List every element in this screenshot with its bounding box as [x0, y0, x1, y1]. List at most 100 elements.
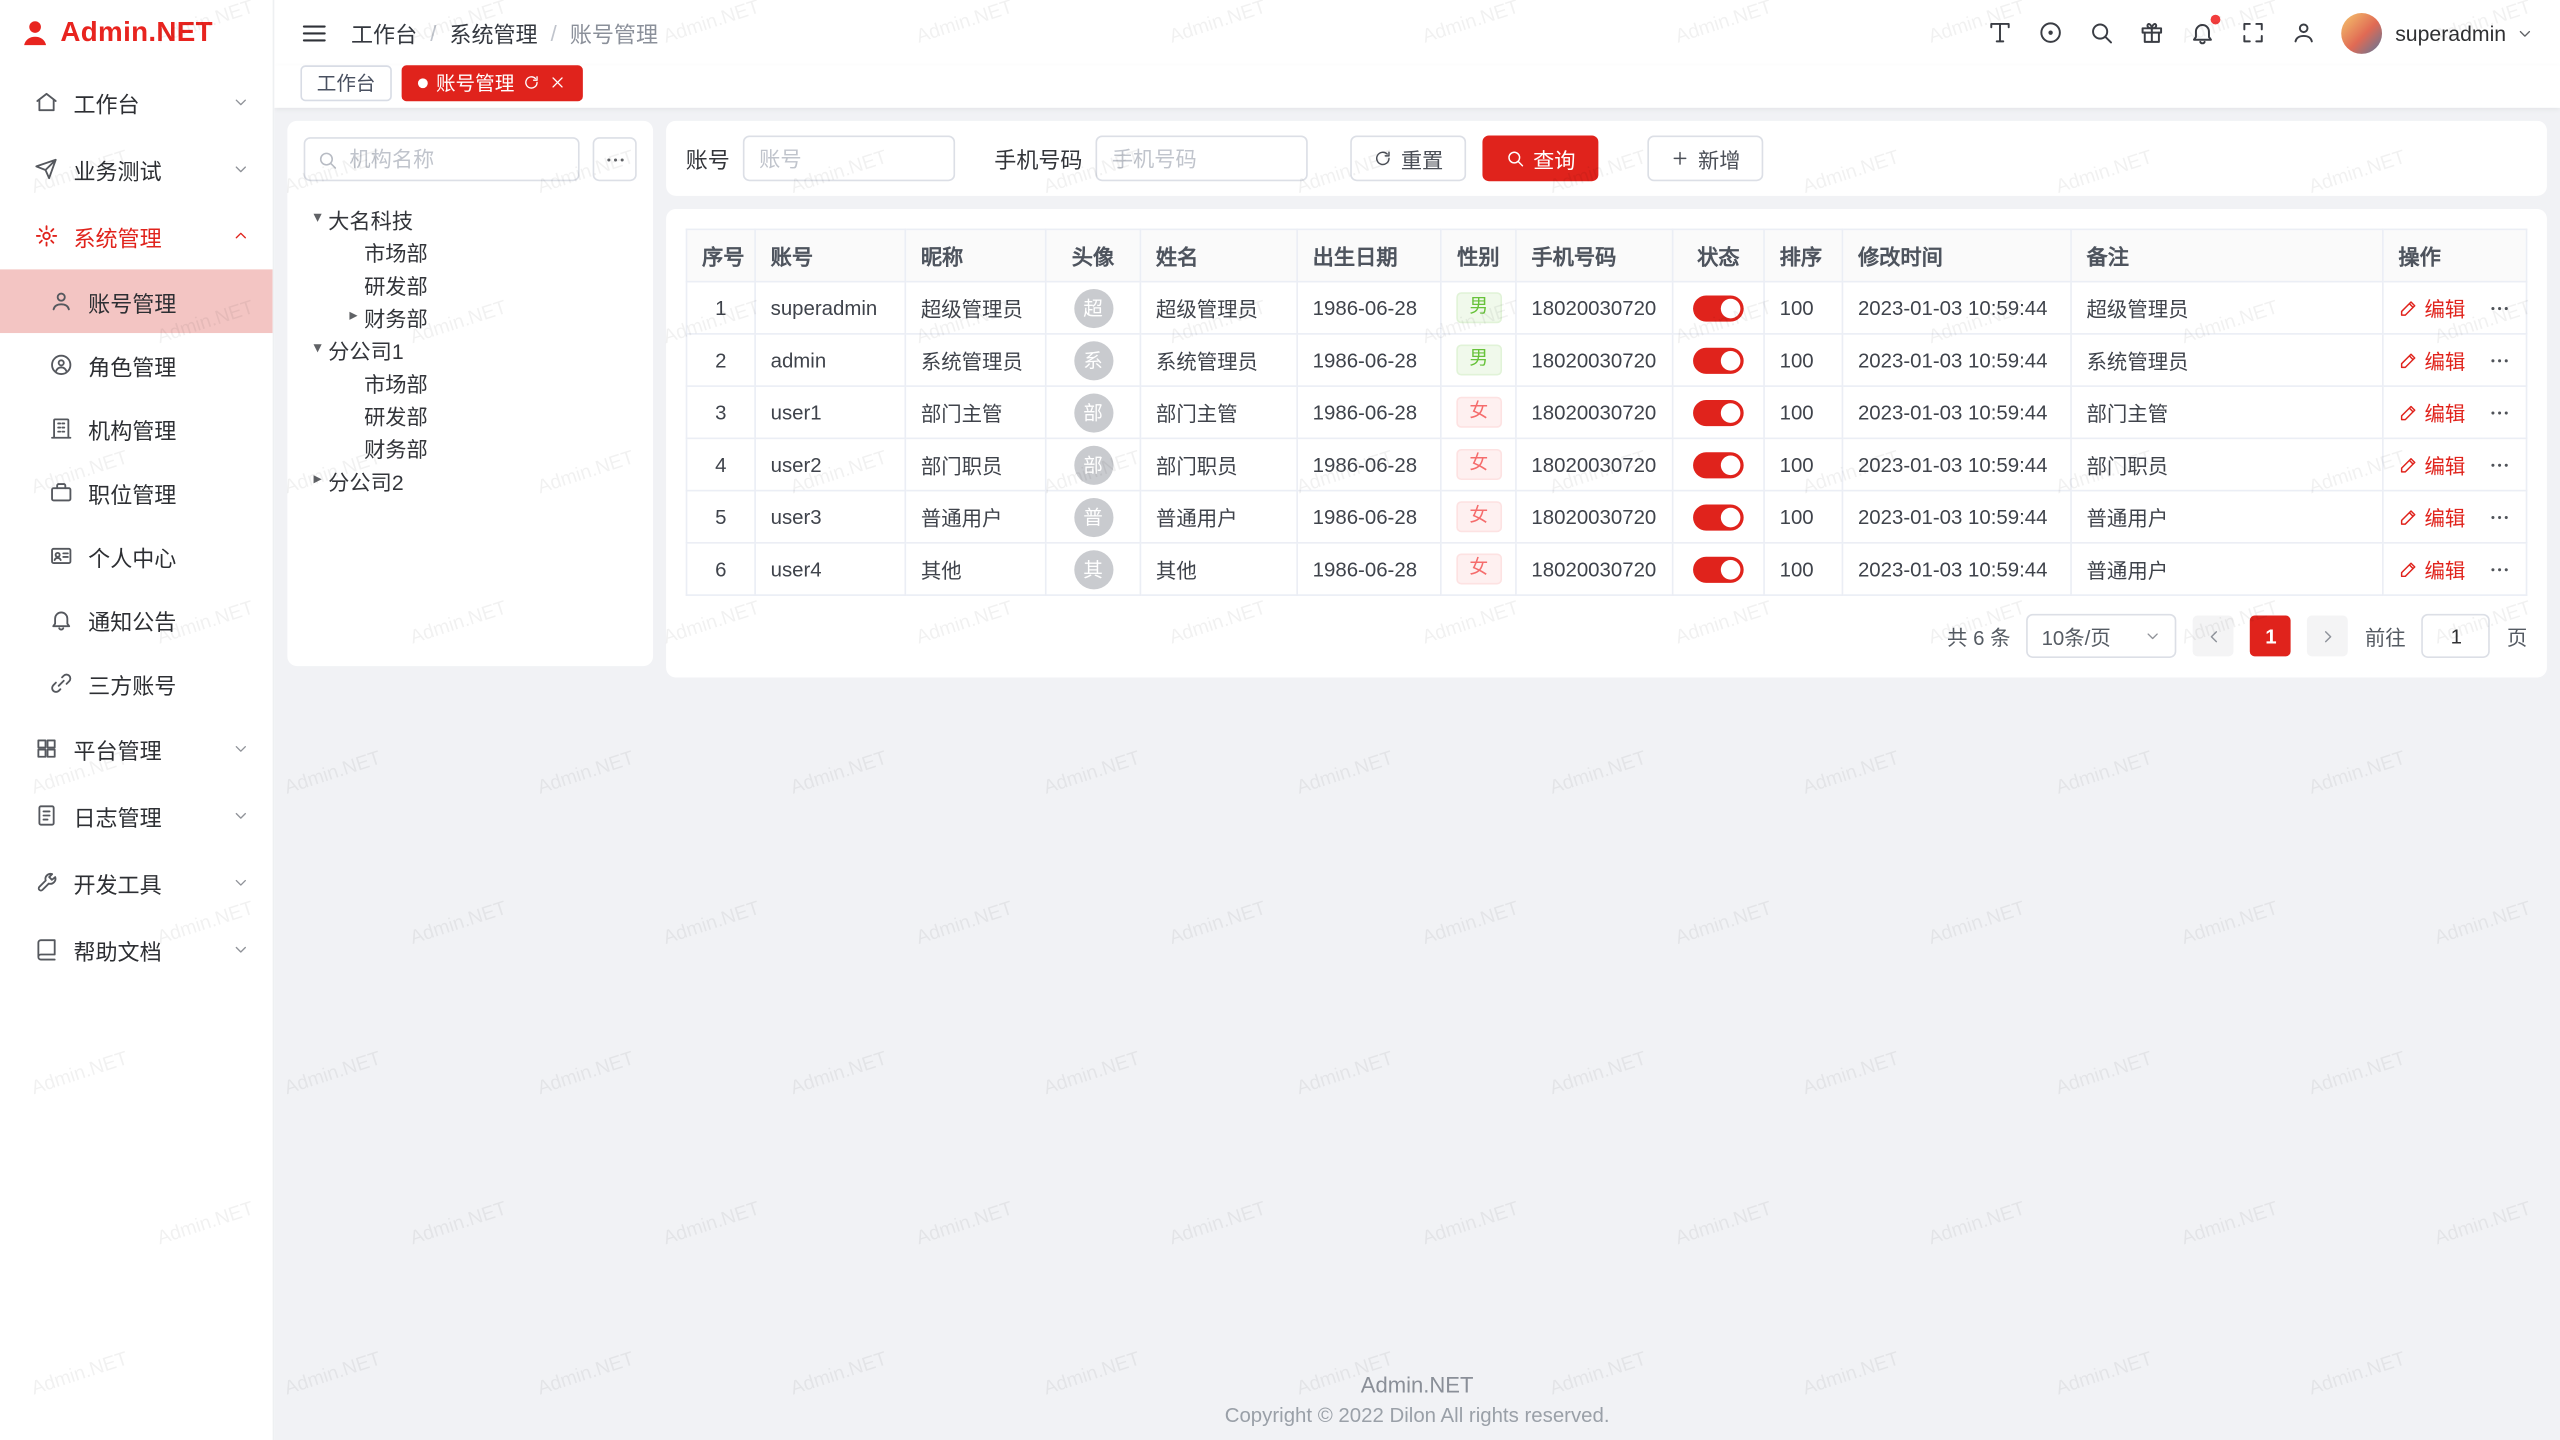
- phone-input[interactable]: [1096, 136, 1308, 182]
- footer-copyright: Copyright © 2022 Dilon All rights reserv…: [274, 1404, 2560, 1427]
- tree-node[interactable]: 市场部: [304, 366, 637, 399]
- theme-icon[interactable]: [2038, 20, 2064, 46]
- tree-node[interactable]: 研发部: [304, 268, 637, 301]
- row-more-button[interactable]: [2488, 505, 2511, 528]
- status-toggle[interactable]: [1693, 556, 1744, 582]
- sidebar-item-workbench[interactable]: 工作台: [0, 69, 273, 136]
- cell-phone: 18020030720: [1516, 282, 1673, 334]
- tree-node[interactable]: ▾大名科技: [304, 202, 637, 235]
- sidebar-subitem-profile-center[interactable]: 个人中心: [0, 524, 273, 588]
- row-more-button[interactable]: [2488, 296, 2511, 319]
- tree-node[interactable]: 市场部: [304, 235, 637, 268]
- gender-badge: 女: [1456, 553, 1501, 584]
- sidebar-item-business-test[interactable]: 业务测试: [0, 136, 273, 203]
- username[interactable]: superadmin: [2395, 20, 2506, 44]
- edit-button[interactable]: 编辑: [2398, 344, 2465, 375]
- cell-gender: 女: [1441, 386, 1516, 438]
- goto-page-input[interactable]: [2422, 614, 2491, 658]
- toggle-knob: [1721, 402, 1741, 422]
- edit-icon: [2398, 507, 2418, 527]
- tab-close-icon[interactable]: [549, 73, 567, 91]
- tree-node[interactable]: ▾分公司1: [304, 333, 637, 366]
- add-button[interactable]: 新增: [1647, 136, 1763, 182]
- cell-name: 其他: [1140, 543, 1297, 595]
- edit-button[interactable]: 编辑: [2398, 397, 2465, 428]
- tree-node[interactable]: ▸分公司2: [304, 464, 637, 497]
- tree-caret-down-icon[interactable]: ▾: [307, 211, 328, 227]
- search-button[interactable]: 查询: [1482, 136, 1598, 182]
- tree-caret-right-icon[interactable]: ▸: [307, 472, 328, 488]
- row-more-button[interactable]: [2488, 453, 2511, 476]
- user-avatar[interactable]: [2341, 12, 2382, 53]
- cell-gender: 女: [1441, 543, 1516, 595]
- status-toggle[interactable]: [1693, 399, 1744, 425]
- tree-node[interactable]: ▸财务部: [304, 300, 637, 333]
- add-label: 新增: [1698, 143, 1740, 174]
- row-more-button[interactable]: [2488, 558, 2511, 581]
- sidebar-item-label: 帮助文档: [73, 933, 161, 966]
- cell-status: [1673, 491, 1764, 543]
- row-more-button[interactable]: [2488, 349, 2511, 372]
- chevron-down-icon[interactable]: [2516, 24, 2534, 42]
- breadcrumb-item[interactable]: 系统管理: [449, 16, 537, 49]
- toggle-knob: [1721, 298, 1741, 318]
- tab-workbench[interactable]: 工作台: [300, 64, 391, 100]
- edit-button[interactable]: 编辑: [2398, 292, 2465, 323]
- status-toggle[interactable]: [1693, 295, 1744, 321]
- sidebar-item-system-management[interactable]: 系统管理: [0, 202, 273, 269]
- cell-order: 100: [1764, 543, 1842, 595]
- tab-account-management[interactable]: 账号管理: [402, 64, 583, 100]
- tree-node[interactable]: 研发部: [304, 398, 637, 431]
- global-search-icon[interactable]: [2088, 20, 2114, 46]
- gift-icon[interactable]: [2139, 20, 2165, 46]
- org-more-button[interactable]: [593, 137, 637, 181]
- cell-name: 系统管理员: [1140, 334, 1297, 386]
- tab-refresh-icon[interactable]: [522, 73, 540, 91]
- edit-button[interactable]: 编辑: [2398, 501, 2465, 532]
- row-more-button[interactable]: [2488, 401, 2511, 424]
- cell-remark: 系统管理员: [2071, 334, 2383, 386]
- reset-button[interactable]: 重置: [1350, 136, 1466, 182]
- cell-birth: 1986-06-28: [1297, 543, 1441, 595]
- edit-label: 编辑: [2424, 397, 2465, 428]
- prev-page-button[interactable]: [2193, 616, 2234, 657]
- status-toggle[interactable]: [1693, 451, 1744, 477]
- cell-name: 超级管理员: [1140, 282, 1297, 334]
- org-name-search-input[interactable]: [304, 137, 580, 181]
- breadcrumb-item[interactable]: 工作台: [351, 16, 417, 49]
- sidebar-item-help-docs[interactable]: 帮助文档: [0, 916, 273, 983]
- sidebar-subitem-account-management[interactable]: 账号管理: [0, 269, 273, 333]
- sidebar-subitem-position-management[interactable]: 职位管理: [0, 460, 273, 524]
- sidebar-subitem-org-management[interactable]: 机构管理: [0, 397, 273, 461]
- tree-caret-right-icon[interactable]: ▸: [343, 309, 364, 325]
- profile-icon[interactable]: [2291, 20, 2317, 46]
- account-input[interactable]: [743, 136, 955, 182]
- next-page-button[interactable]: [2308, 616, 2349, 657]
- sidebar-subitem-role-management[interactable]: 角色管理: [0, 333, 273, 397]
- accounts-table: 序号账号昵称头像姓名出生日期性别手机号码状态排序修改时间备注操作 1supera…: [686, 229, 2528, 596]
- page-size-select[interactable]: 10条/页: [2027, 614, 2177, 658]
- bell-button[interactable]: [2189, 20, 2215, 46]
- search-icon: [317, 149, 338, 170]
- org-search-row: [304, 137, 637, 181]
- font-size-icon[interactable]: [1987, 20, 2013, 46]
- sidebar-item-platform-management[interactable]: 平台管理: [0, 715, 273, 782]
- page-button-1[interactable]: 1: [2251, 616, 2292, 657]
- status-toggle[interactable]: [1693, 504, 1744, 530]
- edit-button[interactable]: 编辑: [2398, 553, 2465, 584]
- edit-button[interactable]: 编辑: [2398, 449, 2465, 480]
- fullscreen-icon[interactable]: [2240, 20, 2266, 46]
- hamburger-menu-icon[interactable]: [300, 19, 328, 47]
- tree-node[interactable]: 财务部: [304, 431, 637, 464]
- sidebar-subitem-third-account[interactable]: 三方账号: [0, 651, 273, 715]
- sidebar-subitem-label: 通知公告: [88, 603, 176, 636]
- sidebar-item-log-management[interactable]: 日志管理: [0, 782, 273, 849]
- sidebar-item-dev-tools[interactable]: 开发工具: [0, 849, 273, 916]
- toggle-knob: [1721, 350, 1741, 370]
- sidebar-subitem-notice[interactable]: 通知公告: [0, 588, 273, 652]
- status-toggle[interactable]: [1693, 347, 1744, 373]
- tab-label: 工作台: [317, 69, 376, 97]
- tool-icon: [34, 870, 58, 894]
- app-logo[interactable]: Admin.NET: [0, 0, 273, 65]
- tree-caret-down-icon[interactable]: ▾: [307, 341, 328, 357]
